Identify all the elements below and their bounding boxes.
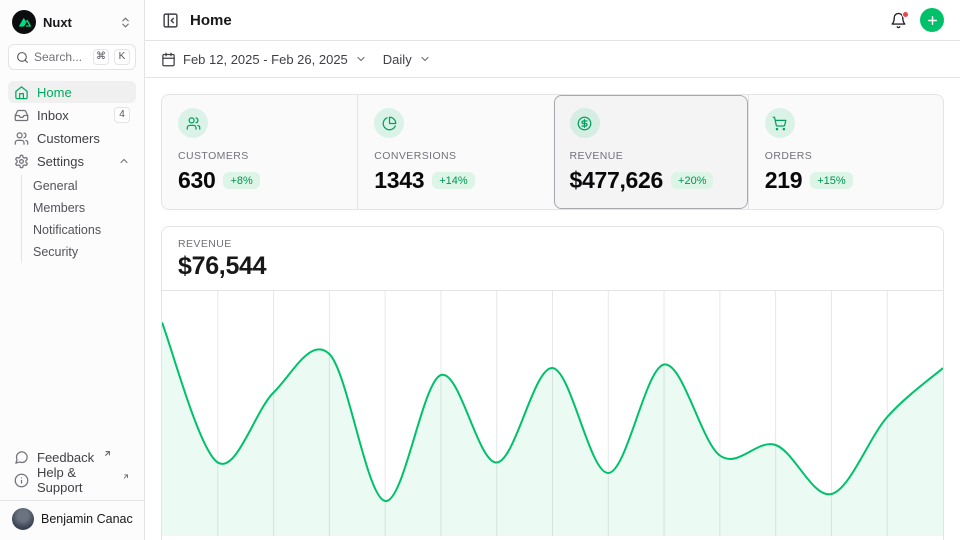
chevron-down-icon [419, 53, 431, 65]
app-window: Nuxt ⌘ K Home Inbox 4 Customers [0, 0, 960, 540]
stat-value: $477,626 [570, 167, 664, 194]
sidebar-item-label: Feedback [37, 450, 94, 465]
sidebar-item-label: Settings [37, 154, 84, 169]
collapse-sidebar-button[interactable] [161, 11, 179, 29]
period-value: Daily [383, 52, 412, 67]
chart-plot-area[interactable]: 14 Feb16 Feb18 Feb20 Feb22 Feb24 Feb [162, 291, 943, 540]
sidebar-nav: Home Inbox 4 Customers Settings General … [8, 81, 136, 265]
sidebar-item-inbox[interactable]: Inbox 4 [8, 104, 136, 126]
search-input[interactable] [34, 50, 88, 64]
sidebar-item-help-support[interactable]: Help & Support [8, 469, 136, 491]
stat-label: ORDERS [765, 150, 927, 162]
users-icon [14, 131, 29, 146]
sidebar-footer-nav: Feedback Help & Support [8, 446, 136, 492]
user-name: Benjamin Canac [41, 512, 133, 526]
period-select[interactable]: Daily [383, 52, 431, 67]
stats-row: CUSTOMERS 630 +8% CONVERSIONS 1343 +14% [161, 94, 944, 210]
sidebar-item-customers[interactable]: Customers [8, 127, 136, 149]
filters-toolbar: Feb 12, 2025 - Feb 26, 2025 Daily [145, 41, 960, 78]
stat-label: REVENUE [570, 150, 732, 162]
chart-pie-icon [382, 116, 397, 131]
sidebar-item-general[interactable]: General [33, 175, 136, 197]
revenue-chart-card: REVENUE $76,544 14 Feb16 Feb18 Feb20 Feb… [161, 226, 944, 540]
stat-value: 219 [765, 167, 802, 194]
workspace-name: Nuxt [43, 15, 72, 30]
stat-delta-badge: +20% [671, 172, 713, 189]
settings-submenu: General Members Notifications Security [21, 175, 136, 263]
chart-header: REVENUE $76,544 [162, 227, 943, 291]
external-link-icon [122, 472, 130, 481]
nuxt-logo-icon [12, 10, 36, 34]
chart-x-axis: 14 Feb16 Feb18 Feb20 Feb22 Feb24 Feb [162, 536, 943, 540]
kbd-meta: ⌘ [93, 49, 109, 65]
main-area: Home Feb 12, 2025 - Feb 26, 2025 Daily [145, 0, 960, 540]
gear-icon [14, 154, 29, 169]
inbox-icon [14, 108, 29, 123]
stat-delta-badge: +8% [223, 172, 259, 189]
sidebar-item-notifications[interactable]: Notifications [33, 219, 136, 241]
kbd-k: K [114, 49, 130, 65]
search-icon [16, 51, 29, 64]
sidebar-item-members[interactable]: Members [33, 197, 136, 219]
message-circle-icon [14, 450, 29, 465]
sidebar-item-home[interactable]: Home [8, 81, 136, 103]
info-circle-icon [14, 473, 29, 488]
revenue-area-chart [162, 291, 943, 536]
date-range-picker[interactable]: Feb 12, 2025 - Feb 26, 2025 [161, 52, 367, 67]
stat-label: CUSTOMERS [178, 150, 341, 162]
plus-icon [926, 14, 939, 27]
circle-dollar-icon [577, 116, 592, 131]
sidebar-item-label: Customers [37, 131, 100, 146]
chevron-down-icon [355, 53, 367, 65]
external-link-icon [103, 449, 112, 458]
stat-value: 1343 [374, 167, 424, 194]
stat-card-revenue[interactable]: REVENUE $477,626 +20% [553, 95, 748, 209]
sidebar-item-security[interactable]: Security [33, 241, 136, 263]
sidebar-item-label: Help & Support [37, 465, 113, 495]
inbox-count-badge: 4 [114, 107, 130, 123]
shopping-cart-icon [772, 116, 787, 131]
avatar [12, 508, 34, 530]
sidebar-spacer [8, 265, 136, 446]
sidebar-item-label: Home [37, 85, 72, 100]
notifications-button[interactable] [890, 12, 907, 29]
home-icon [14, 85, 29, 100]
chart-label: REVENUE [178, 238, 927, 250]
stat-delta-badge: +15% [810, 172, 852, 189]
top-header: Home [145, 0, 960, 41]
stat-delta-badge: +14% [432, 172, 474, 189]
topbar-actions [890, 8, 944, 32]
sidebar-item-settings[interactable]: Settings [8, 150, 136, 172]
chevrons-up-down-icon [119, 16, 132, 29]
add-button[interactable] [920, 8, 944, 32]
page-title: Home [190, 12, 232, 29]
workspace-switcher[interactable]: Nuxt [8, 10, 136, 44]
sidebar: Nuxt ⌘ K Home Inbox 4 Customers [0, 0, 145, 540]
panel-left-close-icon [162, 12, 179, 29]
search-input-wrapper: ⌘ K [8, 44, 136, 70]
stat-card-conversions[interactable]: CONVERSIONS 1343 +14% [357, 95, 552, 209]
user-menu[interactable]: Benjamin Canac [8, 508, 136, 530]
notification-dot [902, 11, 909, 18]
chart-total: $76,544 [178, 252, 927, 281]
chevron-up-icon [118, 155, 130, 167]
users-icon [186, 116, 201, 131]
stat-card-orders[interactable]: ORDERS 219 +15% [748, 95, 943, 209]
date-range-value: Feb 12, 2025 - Feb 26, 2025 [183, 52, 348, 67]
stat-label: CONVERSIONS [374, 150, 536, 162]
stat-card-customers[interactable]: CUSTOMERS 630 +8% [162, 95, 357, 209]
sidebar-item-label: Inbox [37, 108, 69, 123]
stat-value: 630 [178, 167, 215, 194]
dashboard-content: CUSTOMERS 630 +8% CONVERSIONS 1343 +14% [145, 78, 960, 540]
calendar-icon [161, 52, 176, 67]
sidebar-divider [0, 500, 144, 501]
